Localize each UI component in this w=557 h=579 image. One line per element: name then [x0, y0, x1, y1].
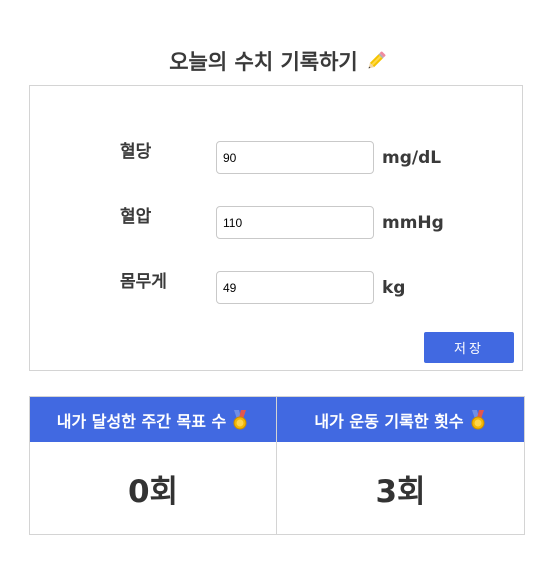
- blood-pressure-row: 혈압 mmHg: [30, 206, 522, 240]
- blood-pressure-input[interactable]: [216, 206, 374, 239]
- medal-icon: [469, 409, 487, 430]
- exercise-count-card: 내가 운동 기록한 횟수 3회: [277, 396, 525, 535]
- blood-sugar-unit: mg/dL: [382, 148, 442, 168]
- weight-unit: kg: [382, 278, 406, 298]
- blood-pressure-unit: mmHg: [382, 213, 444, 233]
- stats-panel: 내가 달성한 주간 목표 수 0회 내가 운동 기록한 횟수 3회: [29, 396, 525, 535]
- weekly-goal-header: 내가 달성한 주간 목표 수: [30, 397, 276, 442]
- pencil-icon: [364, 49, 388, 73]
- blood-sugar-label: 혈당: [120, 142, 152, 162]
- page-title: 오늘의 수치 기록하기: [0, 47, 557, 77]
- exercise-count-header-text: 내가 운동 기록한 횟수: [314, 411, 464, 431]
- blood-pressure-label: 혈압: [120, 207, 152, 227]
- weekly-goal-header-text: 내가 달성한 주간 목표 수: [56, 411, 227, 431]
- save-button[interactable]: 저장: [424, 332, 514, 363]
- exercise-count-value: 3회: [375, 474, 426, 510]
- blood-sugar-input[interactable]: [216, 141, 374, 174]
- weight-input[interactable]: [216, 271, 374, 304]
- exercise-count-header: 내가 운동 기록한 횟수: [277, 397, 524, 442]
- blood-sugar-row: 혈당 mg/dL: [30, 141, 522, 175]
- page: 오늘의 수치 기록하기 혈당 mg/dL 혈압 mmHg 몸: [0, 0, 557, 579]
- record-form: 혈당 mg/dL 혈압 mmHg 몸무게 kg 저장: [29, 85, 523, 371]
- page-title-text: 오늘의 수치 기록하기: [169, 50, 358, 74]
- weight-row: 몸무게 kg: [30, 271, 522, 305]
- weight-label: 몸무게: [120, 272, 167, 292]
- weekly-goal-value: 0회: [127, 474, 179, 510]
- medal-icon: [231, 409, 249, 430]
- weekly-goal-card: 내가 달성한 주간 목표 수 0회: [29, 396, 277, 535]
